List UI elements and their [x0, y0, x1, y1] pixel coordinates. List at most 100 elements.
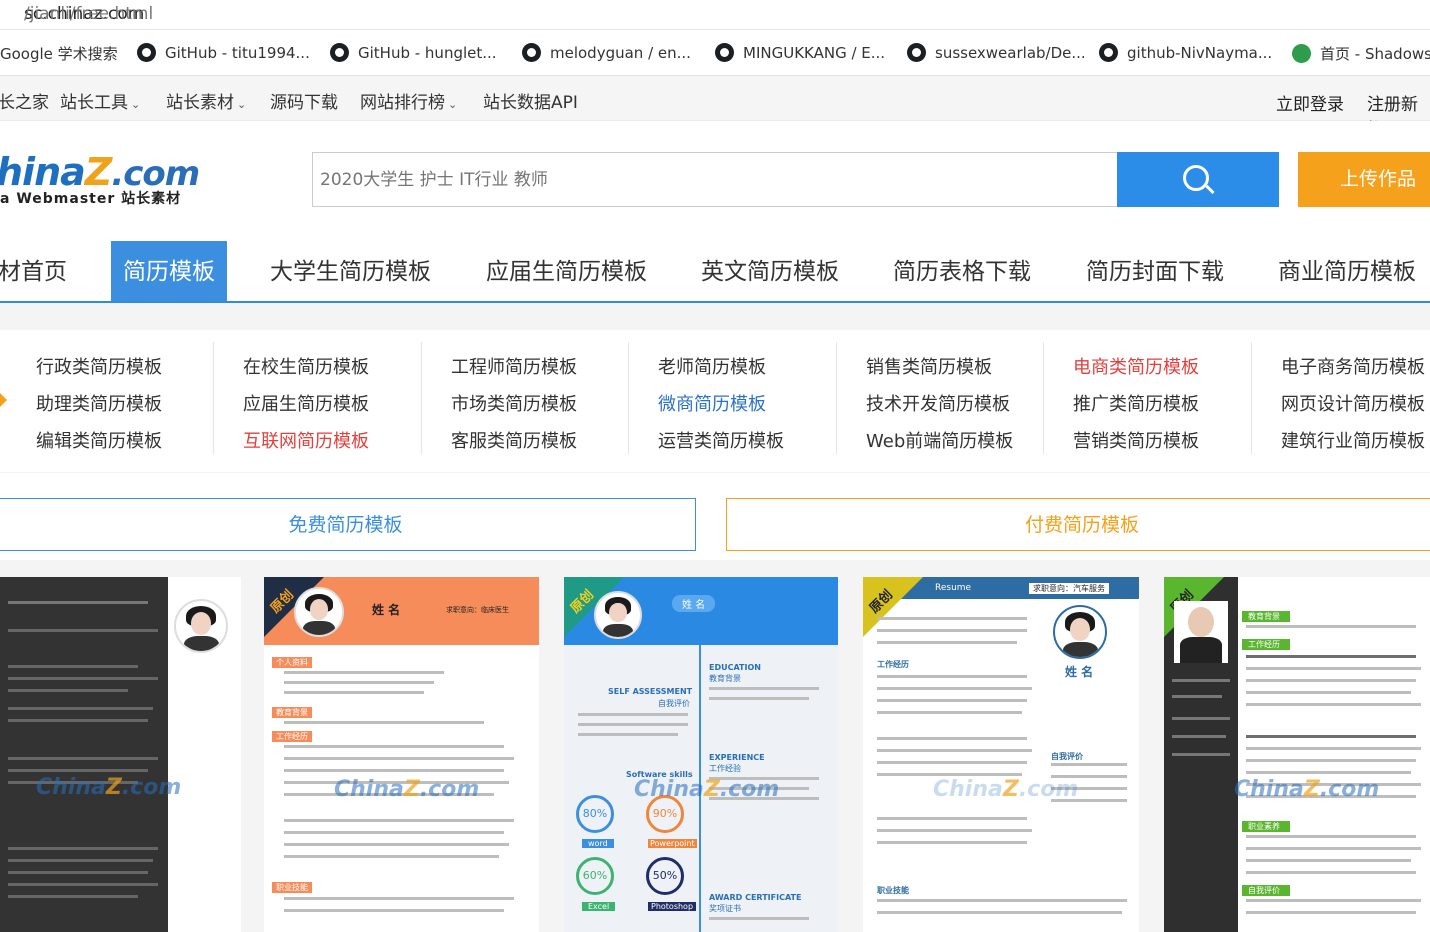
- subcategory-link[interactable]: 工程师简历模板: [451, 353, 577, 379]
- search-input[interactable]: [313, 153, 1117, 206]
- watermark: ChinaZ.com: [36, 775, 182, 800]
- text-line: [877, 761, 1027, 764]
- text-line: [1246, 747, 1421, 750]
- logo-subtitle: a Webmaster 站长素材: [0, 191, 182, 207]
- subcategory-link[interactable]: 营销类简历模板: [1073, 427, 1199, 453]
- bookmark-label: MINGUKKANG / E...: [743, 43, 886, 62]
- text-line: [284, 681, 434, 684]
- card-name: 姓 名: [372, 603, 401, 617]
- topnav-materials[interactable]: 站长素材 ⌄: [166, 88, 246, 113]
- text-line: [1246, 703, 1421, 706]
- subcategory-link[interactable]: 客服类简历模板: [451, 427, 577, 453]
- topnav-api[interactable]: 站长数据API: [483, 88, 578, 113]
- address-bar[interactable]: sc.chinaz.com/jianli/free.html: [0, 0, 1430, 30]
- text-line: [1246, 899, 1421, 902]
- text-line: [578, 733, 678, 736]
- resume-card[interactable]: 原创 姓 名 求职意向：临床医生 个人资料 教育背景 工作经历 职业技能 Chi…: [264, 577, 539, 932]
- subcategory-link[interactable]: 电商类简历模板: [1073, 353, 1199, 379]
- section-label: 工作经历: [1242, 639, 1290, 650]
- subcategory-link[interactable]: 微商简历模板: [658, 390, 766, 416]
- tab-resume-cover[interactable]: 简历封面下载: [1086, 241, 1224, 301]
- subcategory-link[interactable]: Web前端简历模板: [866, 427, 1013, 453]
- tab-paid-templates[interactable]: 付费简历模板: [726, 498, 1430, 551]
- subcategory-link[interactable]: 技术开发简历模板: [866, 390, 1010, 416]
- text-line: [1172, 735, 1226, 738]
- topnav-ranking[interactable]: 网站排行榜 ⌄: [360, 88, 457, 113]
- subcategory-link[interactable]: 推广类简历模板: [1073, 390, 1199, 416]
- text-line: [8, 677, 158, 680]
- text-line: [1246, 859, 1411, 862]
- subcategory-link[interactable]: 应届生简历模板: [243, 390, 369, 416]
- resume-card[interactable]: ChinaZ.com: [0, 577, 241, 932]
- subcategory-link[interactable]: 编辑类简历模板: [36, 427, 162, 453]
- bookmark-google-scholar[interactable]: Google 学术搜索: [0, 43, 118, 64]
- bookmark-label: Google 学术搜索: [0, 45, 118, 63]
- bookmark-github-1[interactable]: GitHub - titu1994...: [137, 43, 310, 62]
- subcategory-link[interactable]: 行政类简历模板: [36, 353, 162, 379]
- text-line: [284, 819, 514, 822]
- bookmark-github-4[interactable]: MINGUKKANG / E...: [715, 43, 885, 62]
- bookmark-github-5[interactable]: sussexwearlab/De...: [907, 43, 1086, 62]
- tab-material-home[interactable]: 材首页: [0, 241, 67, 301]
- text-line: [877, 749, 1032, 752]
- subcategory-column: 工程师简历模板 市场类简历模板 客服类简历模板: [421, 330, 628, 472]
- resume-card[interactable]: 原创 姓 名 EDUCATION 教育背景 SELF ASSESSMENT 自我…: [564, 577, 838, 932]
- text-line: [1246, 771, 1411, 774]
- bookmark-github-3[interactable]: melodyguan / en...: [522, 43, 691, 62]
- topnav-tools[interactable]: 站长工具 ⌄: [60, 88, 140, 113]
- section-label: 自我评价: [1242, 885, 1290, 896]
- bookmark-shadows[interactable]: 首页 - Shadows: [1292, 43, 1430, 64]
- upload-button[interactable]: 上传作品: [1298, 152, 1430, 207]
- subcategory-link[interactable]: 销售类简历模板: [866, 353, 992, 379]
- search-button[interactable]: [1117, 152, 1279, 207]
- topnav-home[interactable]: 长之家: [0, 88, 49, 113]
- text-line: [8, 859, 153, 862]
- text-line: [284, 897, 514, 900]
- github-icon: [330, 43, 349, 62]
- subcategory-link[interactable]: 互联网简历模板: [243, 427, 369, 453]
- subcategory-link[interactable]: 建筑行业简历模板: [1281, 427, 1425, 453]
- text-line: [8, 719, 148, 722]
- text-line: [877, 641, 1017, 644]
- subcategory-link[interactable]: 电子商务简历模板: [1281, 353, 1425, 379]
- text-line: [1246, 847, 1421, 850]
- tab-english-resume[interactable]: 英文简历模板: [701, 241, 839, 301]
- text-line: [8, 689, 128, 692]
- login-link[interactable]: 立即登录: [1276, 90, 1344, 115]
- topnav-source[interactable]: 源码下载: [270, 88, 338, 113]
- tab-college-resume[interactable]: 大学生简历模板: [270, 241, 431, 301]
- subcategory-link[interactable]: 在校生简历模板: [243, 353, 369, 379]
- text-line: [8, 707, 153, 710]
- subcategory-link[interactable]: 老师简历模板: [658, 353, 766, 379]
- tab-graduate-resume[interactable]: 应届生简历模板: [486, 241, 647, 301]
- github-icon: [715, 43, 734, 62]
- section-label: 教育背景: [709, 674, 741, 683]
- section-label: AWARD CERTIFICATE: [709, 893, 802, 902]
- text-line: [8, 665, 138, 668]
- subcategory-link[interactable]: 运营类简历模板: [658, 427, 784, 453]
- text-line: [578, 713, 688, 716]
- tab-free-templates[interactable]: 免费简历模板: [0, 498, 696, 551]
- text-line: [709, 687, 819, 690]
- bookmark-label: 首页 - Shadows: [1320, 45, 1430, 63]
- topnav-label: 站长工具: [60, 93, 128, 113]
- tab-resume-form[interactable]: 简历表格下载: [893, 241, 1031, 301]
- tab-business-resume[interactable]: 商业简历模板: [1278, 241, 1416, 301]
- resume-card[interactable]: 原创 教育背景 工作经历 职业素养 自我评价 ChinaZ.com: [1164, 577, 1430, 932]
- text-line: [284, 831, 504, 834]
- bookmark-github-6[interactable]: github-NivNayma...: [1099, 43, 1272, 62]
- text-line: [1246, 911, 1416, 914]
- subcategory-column: 老师简历模板 微商简历模板 运营类简历模板: [628, 330, 835, 472]
- subcategory-link[interactable]: 网页设计简历模板: [1281, 390, 1425, 416]
- subcategory-link[interactable]: 助理类简历模板: [36, 390, 162, 416]
- text-line: [877, 841, 1027, 844]
- subcategory-link[interactable]: 市场类简历模板: [451, 390, 577, 416]
- text-line: [877, 817, 1027, 820]
- tab-resume-templates[interactable]: 简历模板: [111, 241, 227, 301]
- section-label: 个人资料: [272, 657, 312, 668]
- text-line: [284, 757, 514, 760]
- skill-label: Powerpoint: [648, 839, 697, 848]
- subcategory-column: 在校生简历模板 应届生简历模板 互联网简历模板: [213, 330, 420, 472]
- bookmark-github-2[interactable]: GitHub - hunglet...: [330, 43, 497, 62]
- resume-card[interactable]: 原创 Resume 求职意向：汽车服务 姓 名 工作经历 自我评价 职业技能 C…: [863, 577, 1139, 932]
